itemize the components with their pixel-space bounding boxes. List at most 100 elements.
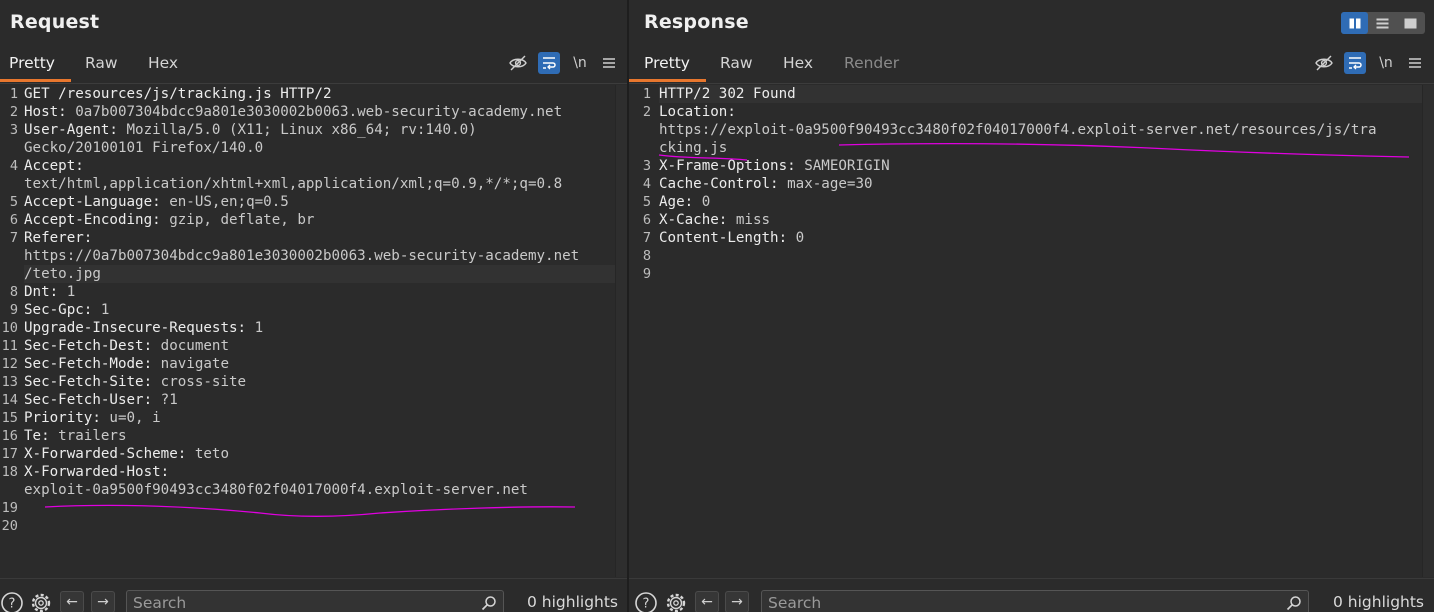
response-message-text[interactable]: HTTP/2 302 Found Location: https://exploit… — [659, 85, 1434, 283]
header-value: cross-site — [152, 374, 247, 390]
line-number: 18 — [1, 464, 18, 480]
request-search-box — [126, 590, 504, 612]
newline-toggle[interactable]: \n — [569, 52, 591, 74]
response-title: Response — [644, 11, 749, 33]
response-search-input[interactable] — [768, 592, 1233, 612]
line-number: 11 — [1, 338, 18, 354]
code-line[interactable]: Host: 0a7b007304bdcc9a801e3030002b0063.w… — [24, 103, 627, 121]
line-number: 2 — [642, 104, 651, 120]
request-search-bar: ? ← → 0 highlights — [0, 578, 627, 612]
header-name: Host: — [24, 104, 67, 120]
request-editor[interactable]: 1 2 3 4 5 6 7 8 9 10 11 12 13 14 15 16 17 18 19 20 GET /res… — [0, 85, 627, 577]
code-line[interactable]: Upgrade-Insecure-Requests: 1 — [24, 319, 627, 337]
previous-arrow-icon[interactable]: ← — [60, 591, 84, 612]
header-value: miss — [727, 212, 771, 228]
top-bottom-layout-icon[interactable] — [1369, 12, 1396, 34]
code-line[interactable]: Sec-Fetch-Site: cross-site — [24, 373, 627, 391]
code-line[interactable]: Content-Length: 0 — [659, 229, 1434, 247]
code-line[interactable]: Sec-Gpc: 1 — [24, 301, 627, 319]
code-line[interactable]: Cache-Control: max-age=30 — [659, 175, 1434, 193]
line-number: 12 — [1, 356, 18, 372]
code-line[interactable]: Referer: — [24, 229, 627, 247]
previous-arrow-icon[interactable]: ← — [695, 591, 719, 612]
code-line[interactable]: X-Cache: miss — [659, 211, 1434, 229]
code-line[interactable]: GET /resources/js/tracking.js HTTP/2 — [24, 85, 627, 103]
header-value: https://exploit-0a9500f90493cc3480f02f04… — [659, 122, 1377, 138]
side-by-side-layout-icon[interactable] — [1341, 12, 1368, 34]
code-line[interactable]: Accept-Language: en-US,en;q=0.5 — [24, 193, 627, 211]
code-line[interactable] — [24, 517, 627, 535]
line-number: 5 — [9, 194, 18, 210]
code-line[interactable] — [659, 247, 1434, 265]
code-line[interactable] — [659, 265, 1434, 283]
code-line[interactable] — [24, 499, 627, 517]
tab-hex[interactable]: Hex — [783, 54, 813, 72]
line-number: 1 — [642, 86, 651, 102]
tab-raw[interactable]: Raw — [720, 54, 753, 72]
tab-pretty[interactable]: Pretty — [9, 54, 55, 72]
code-line[interactable]: Sec-Fetch-Dest: document — [24, 337, 627, 355]
header-value: trailers — [49, 428, 127, 444]
code-line[interactable]: Sec-Fetch-User: ?1 — [24, 391, 627, 409]
next-arrow-icon[interactable]: → — [91, 591, 115, 612]
hide-nonprintable-eye-icon[interactable] — [507, 52, 529, 74]
word-wrap-icon[interactable] — [538, 52, 560, 74]
line-number: 19 — [1, 500, 18, 516]
request-scrollbar[interactable] — [615, 85, 627, 577]
code-line[interactable]: /teto.jpg — [24, 265, 627, 283]
hide-nonprintable-eye-icon[interactable] — [1313, 52, 1335, 74]
code-line[interactable]: Te: trailers — [24, 427, 627, 445]
header-value: 1 — [92, 302, 110, 318]
header-name: X-Cache: — [659, 212, 728, 228]
word-wrap-icon[interactable] — [1344, 52, 1366, 74]
code-line[interactable]: Location: — [659, 103, 1434, 121]
code-line[interactable]: Priority: u=0, i — [24, 409, 627, 427]
line-number: 3 — [9, 122, 18, 138]
tab-hex[interactable]: Hex — [148, 54, 178, 72]
header-value: 0 — [693, 194, 711, 210]
settings-gear-icon[interactable] — [29, 591, 53, 612]
highlights-count: 0 highlights — [527, 593, 619, 611]
code-line[interactable]: Sec-Fetch-Mode: navigate — [24, 355, 627, 373]
code-line[interactable]: exploit-0a9500f90493cc3480f02f04017000f4… — [24, 481, 627, 499]
code-line[interactable]: Accept: — [24, 157, 627, 175]
code-line[interactable]: X-Forwarded-Host: — [24, 463, 627, 481]
code-line[interactable]: Gecko/20100101 Firefox/140.0 — [24, 139, 627, 157]
code-line[interactable]: https://0a7b007304bdcc9a801e3030002b0063… — [24, 247, 627, 265]
code-line[interactable]: text/html,application/xhtml+xml,applicat… — [24, 175, 627, 193]
header-value: 0 — [787, 230, 805, 246]
response-scrollbar[interactable] — [1422, 85, 1434, 577]
help-icon[interactable]: ? — [634, 591, 658, 612]
line-number: 6 — [642, 212, 651, 228]
menu-icon[interactable] — [1404, 52, 1426, 74]
response-editor-tools: \n — [1313, 52, 1428, 74]
code-line[interactable]: Dnt: 1 — [24, 283, 627, 301]
header-name: Accept: — [24, 158, 84, 174]
code-line[interactable]: cking.js — [659, 139, 1434, 157]
header-name: X-Forwarded-Host: — [24, 464, 170, 480]
code-line[interactable]: User-Agent: Mozilla/5.0 (X11; Linux x86_… — [24, 121, 627, 139]
code-line[interactable]: https://exploit-0a9500f90493cc3480f02f04… — [659, 121, 1434, 139]
menu-icon[interactable] — [598, 52, 620, 74]
next-arrow-icon[interactable]: → — [725, 591, 749, 612]
request-search-input[interactable] — [133, 592, 453, 612]
single-tab-layout-icon[interactable] — [1397, 12, 1424, 34]
header-name: X-Frame-Options: — [659, 158, 796, 174]
newline-toggle[interactable]: \n — [1375, 52, 1397, 74]
header-value: max-age=30 — [778, 176, 873, 192]
line-number: 20 — [1, 518, 18, 534]
code-line[interactable]: Accept-Encoding: gzip, deflate, br — [24, 211, 627, 229]
header-value: ?1 — [152, 392, 178, 408]
response-editor[interactable]: 1 2 3 4 5 6 7 8 9 HTTP/2 302 Found Location: https… — [629, 85, 1434, 577]
request-message-text[interactable]: GET /resources/js/tracking.js HTTP/2 Host… — [24, 85, 627, 535]
code-line[interactable]: X-Forwarded-Scheme: teto — [24, 445, 627, 463]
tab-render[interactable]: Render — [844, 54, 899, 72]
code-line[interactable]: Age: 0 — [659, 193, 1434, 211]
code-line[interactable]: HTTP/2 302 Found — [659, 85, 1434, 103]
settings-gear-icon[interactable] — [664, 591, 688, 612]
code-line[interactable]: X-Frame-Options: SAMEORIGIN — [659, 157, 1434, 175]
header-name: Location: — [659, 104, 736, 120]
tab-raw[interactable]: Raw — [85, 54, 118, 72]
help-icon[interactable]: ? — [0, 591, 24, 612]
tab-pretty[interactable]: Pretty — [644, 54, 690, 72]
